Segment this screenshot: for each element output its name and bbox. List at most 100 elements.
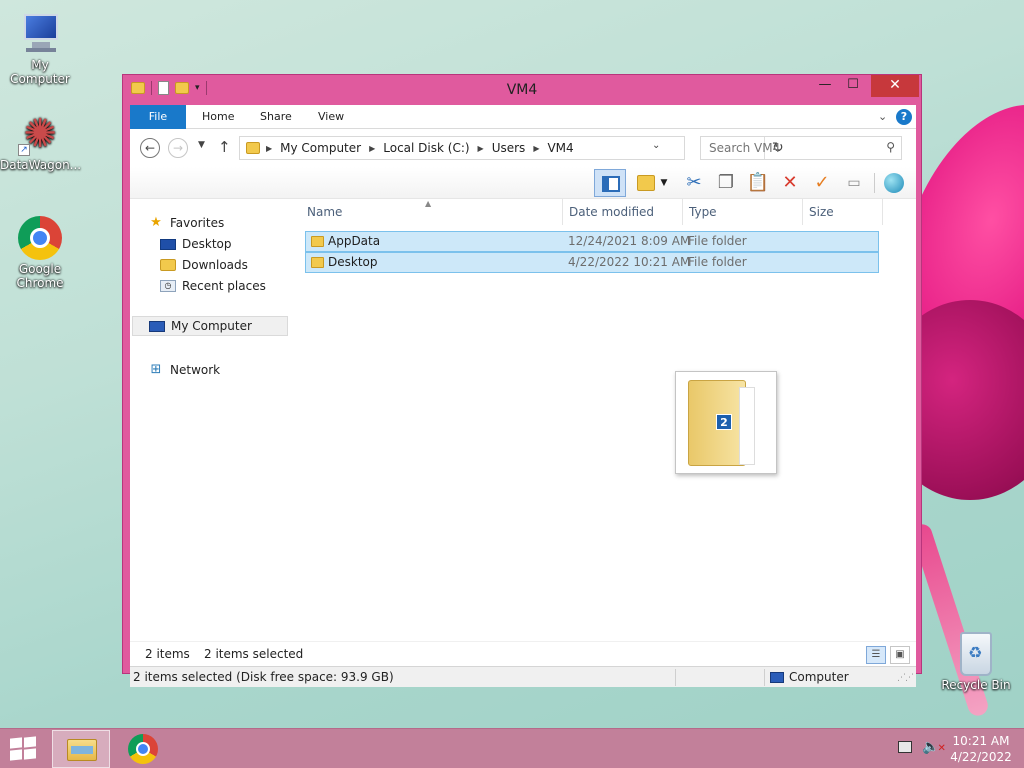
taskbar-file-explorer[interactable] [52, 730, 110, 768]
address-bar[interactable]: ▶ My Computer ▶ Local Disk (C:) ▶ Users … [239, 136, 784, 160]
copy-icon[interactable]: ❐ [714, 171, 738, 195]
maximize-button[interactable]: ☐ [839, 75, 867, 97]
tab-file[interactable]: File [130, 105, 186, 129]
tab-view[interactable]: View [304, 105, 358, 129]
table-row[interactable]: Desktop 4/22/2022 10:21 AM File folder [305, 252, 879, 273]
status-location: Computer [770, 670, 849, 684]
details-status-line: 2 items 2 items selected ☰ ▣ [130, 641, 916, 666]
delete-icon[interactable]: ✕ [778, 171, 802, 195]
nav-item-my-computer[interactable]: My Computer [132, 316, 288, 336]
nav-item-desktop[interactable]: Desktop [160, 234, 232, 254]
chrome-icon [18, 216, 62, 260]
back-button[interactable]: ← [140, 138, 160, 158]
folder-properties-icon [637, 175, 655, 191]
shortcut-arrow-icon: ↗ [18, 144, 30, 156]
folder-icon [311, 257, 324, 268]
file-date: 12/24/2021 8:09 AM [568, 234, 691, 248]
column-header-size[interactable]: Size [807, 199, 883, 225]
tab-share[interactable]: Share [246, 105, 306, 129]
recycle-bin-icon [960, 632, 992, 676]
nav-label: Favorites [170, 216, 225, 230]
column-header-type[interactable]: Type [687, 199, 803, 225]
desktop-icon-recycle-bin[interactable]: Recycle Bin [936, 632, 1016, 692]
chevron-right-icon[interactable]: ▶ [266, 144, 272, 153]
help-icon[interactable]: ? [896, 109, 912, 125]
system-clock[interactable]: 10:21 AM 4/22/2022 [944, 733, 1018, 765]
breadcrumb-users[interactable]: Users [492, 141, 526, 155]
forward-button[interactable]: → [168, 138, 188, 158]
up-button[interactable]: ↑ [218, 138, 231, 156]
ribbon-tabs: File Home Share View ⌄ ? [130, 105, 916, 129]
sort-ascending-icon: ▲ [425, 199, 432, 208]
close-button[interactable]: ✕ [871, 75, 919, 97]
computer-icon [149, 320, 165, 332]
desktop-icon-datawagon[interactable]: ✺ ↗ DataWagon... [0, 112, 81, 172]
checkmark-icon[interactable]: ✓ [810, 171, 834, 195]
paste-icon[interactable]: 📋 [746, 171, 770, 195]
nav-item-recent-places[interactable]: ◷ Recent places [160, 276, 266, 296]
globe-button[interactable] [882, 171, 906, 195]
desktop-icon [160, 238, 176, 250]
search-icon[interactable]: ⚲ [886, 140, 895, 154]
computer-icon [18, 12, 62, 56]
column-header-date-modified[interactable]: Date modified [567, 199, 683, 225]
minimize-button[interactable]: — [811, 75, 839, 97]
status-bar: 2 items selected (Disk free space: 93.9 … [130, 666, 916, 687]
navigation-pane: ★ Favorites Desktop Downloads ◷ Recent p… [130, 199, 290, 641]
divider [764, 669, 765, 686]
large-icons-view-button[interactable]: ▣ [890, 646, 910, 664]
title-bar[interactable]: ▾ VM4 — ☐ ✕ [123, 75, 921, 105]
breadcrumb-vm4[interactable]: VM4 [547, 141, 573, 155]
breadcrumb-local-disk[interactable]: Local Disk (C:) [383, 141, 469, 155]
volume-muted-icon[interactable]: 🔈✕ [922, 739, 946, 755]
column-header-name[interactable]: ▲ Name [305, 199, 563, 225]
nav-item-downloads[interactable]: Downloads [160, 255, 248, 275]
start-button[interactable] [10, 736, 38, 762]
resize-grip-icon[interactable]: ⋰⋰ [897, 673, 914, 683]
recent-locations-chevron-icon[interactable]: ▼ [198, 140, 205, 150]
nav-favorites[interactable]: ★ Favorites [148, 213, 224, 233]
folder-icon [246, 142, 260, 154]
preview-pane-button[interactable] [594, 169, 626, 197]
chevron-right-icon[interactable]: ▶ [533, 144, 539, 153]
chevron-right-icon[interactable]: ▶ [478, 144, 484, 153]
tab-home[interactable]: Home [188, 105, 248, 129]
clock-date: 4/22/2022 [950, 750, 1012, 764]
cut-icon[interactable]: ✂ [682, 171, 706, 195]
preview-pane-icon [602, 176, 620, 192]
desktop-icon-label: My Computer [10, 58, 70, 86]
desktop-icon-label: Google Chrome [16, 262, 64, 290]
network-icon: ⊞ [150, 362, 162, 377]
properties-button[interactable] [634, 171, 658, 195]
search-box[interactable]: ⚲ [700, 136, 902, 160]
expand-ribbon-chevron-icon[interactable]: ⌄ [878, 110, 887, 123]
rename-icon[interactable]: ▭ [842, 171, 866, 195]
properties-dropdown-chevron-icon[interactable]: ▼ [658, 171, 670, 195]
file-list: ▲ Name Date modified Type Size AppData 12… [305, 199, 916, 641]
computer-icon [770, 671, 784, 683]
table-row[interactable]: AppData 12/24/2021 8:09 AM File folder [305, 231, 879, 252]
nav-item-network[interactable]: ⊞ Network [148, 360, 221, 380]
desktop-icon-my-computer[interactable]: My Computer [0, 12, 80, 86]
recent-places-icon: ◷ [160, 280, 176, 292]
nav-label: Network [170, 363, 221, 377]
explorer-window: ▾ VM4 — ☐ ✕ File Home Share View ⌄ ? ← →… [122, 74, 922, 687]
chevron-right-icon[interactable]: ▶ [369, 144, 375, 153]
network-tray-icon[interactable] [898, 741, 912, 753]
item-count: 2 items [145, 647, 190, 661]
address-history-chevron-icon[interactable]: ⌄ [652, 140, 660, 151]
divider [874, 173, 875, 193]
datawagon-app-icon: ✺ ↗ [18, 112, 62, 156]
star-icon: ★ [150, 215, 162, 230]
file-date: 4/22/2022 10:21 AM [568, 255, 691, 269]
selected-count: 2 items selected [204, 647, 304, 661]
breadcrumb-my-computer[interactable]: My Computer [280, 141, 361, 155]
details-view-button[interactable]: ☰ [866, 646, 886, 664]
file-explorer-icon [67, 739, 97, 761]
taskbar-chrome-icon[interactable] [128, 734, 158, 764]
drag-count-badge: 2 [716, 414, 732, 430]
search-input[interactable] [701, 137, 871, 159]
downloads-folder-icon [160, 259, 176, 271]
desktop-icon-label: Recycle Bin [941, 678, 1011, 692]
desktop-icon-google-chrome[interactable]: Google Chrome [0, 216, 80, 290]
